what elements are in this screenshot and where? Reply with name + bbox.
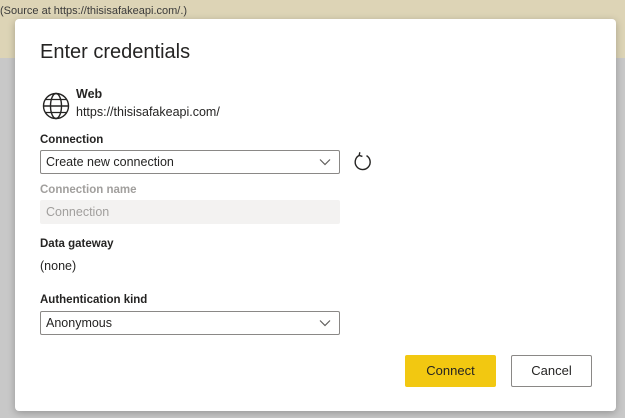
dialog-title: Enter credentials xyxy=(40,41,191,63)
authentication-kind-value: Anonymous xyxy=(46,316,113,330)
globe-icon xyxy=(42,92,70,120)
banner-text: (Source at https://thisisafakeapi.com/.) xyxy=(0,5,188,17)
source-url: https://thisisafakeapi.com/ xyxy=(76,105,220,119)
connection-label: Connection xyxy=(40,134,104,146)
chevron-down-icon xyxy=(319,159,331,166)
chevron-down-icon xyxy=(319,320,331,327)
credentials-dialog: Enter credentials Web https://thisisafak… xyxy=(15,19,616,411)
connection-name-label: Connection name xyxy=(40,184,137,196)
connection-dropdown[interactable]: Create new connection xyxy=(40,150,340,174)
source-type: Web xyxy=(76,87,103,101)
authentication-kind-label: Authentication kind xyxy=(40,294,148,306)
connection-dropdown-value: Create new connection xyxy=(46,155,174,169)
refresh-icon[interactable] xyxy=(352,151,374,173)
authentication-kind-dropdown[interactable]: Anonymous xyxy=(40,311,340,335)
connect-button[interactable]: Connect xyxy=(405,355,496,387)
cancel-button[interactable]: Cancel xyxy=(511,355,592,387)
connection-name-input: Connection xyxy=(40,200,340,224)
data-gateway-label: Data gateway xyxy=(40,238,114,250)
data-gateway-value: (none) xyxy=(40,259,77,273)
